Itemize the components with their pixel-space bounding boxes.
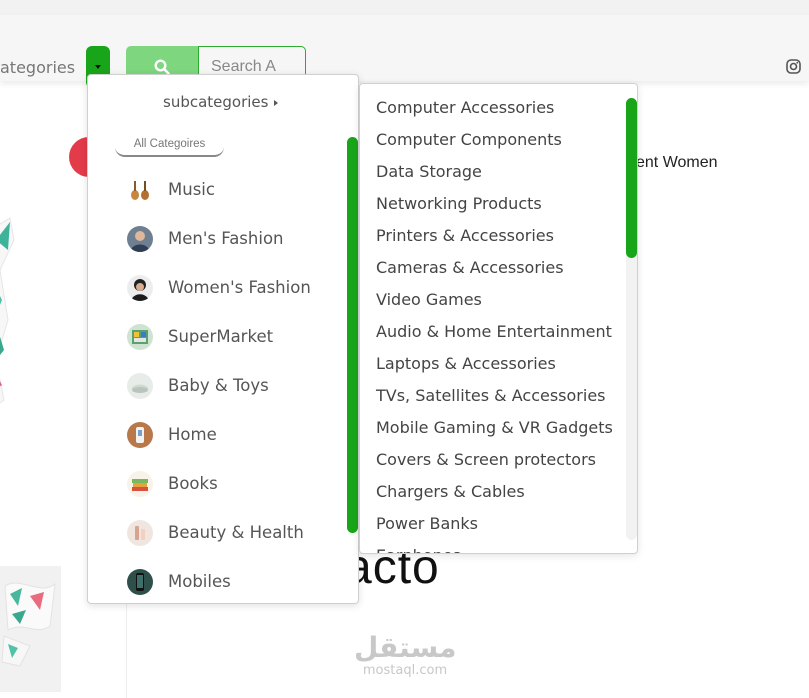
header-bar: ategories xyxy=(0,15,809,88)
categories-select[interactable]: ategories xyxy=(0,58,80,77)
product-image[interactable] xyxy=(0,210,30,420)
beauty-health-icon xyxy=(127,520,153,546)
category-label: Books xyxy=(168,474,218,493)
caret-right-icon xyxy=(274,99,279,106)
category-label: Mobiles xyxy=(168,572,231,591)
category-item-baby-toys[interactable]: Baby & Toys xyxy=(88,373,348,422)
categories-label: ategories xyxy=(0,58,76,77)
product-thumbnail[interactable] xyxy=(0,566,61,692)
caret-down-icon xyxy=(95,65,101,69)
category-item-mens-fashion[interactable]: Men's Fashion xyxy=(88,226,348,275)
page: ategories Search A ent Women acto مستقل … xyxy=(0,0,809,698)
subcategory-item[interactable]: TVs, Satellites & Accessories xyxy=(376,386,606,405)
women-fashion-icon xyxy=(127,275,153,301)
category-label: Baby & Toys xyxy=(168,376,269,395)
category-item-supermarket[interactable]: SuperMarket xyxy=(88,324,348,373)
subcategory-item[interactable]: Computer Accessories xyxy=(376,98,554,117)
subcategories-dropdown: Computer Accessories Computer Components… xyxy=(359,83,638,554)
books-icon xyxy=(127,471,153,497)
category-item-home[interactable]: Home xyxy=(88,422,348,471)
men-fashion-icon xyxy=(127,226,153,252)
subcategory-item[interactable]: Mobile Gaming & VR Gadgets xyxy=(376,418,613,437)
categories-dropdown: subcategories All Categoires Music Men's… xyxy=(87,74,359,604)
subcategory-item[interactable]: Networking Products xyxy=(376,194,542,213)
mobiles-icon xyxy=(127,569,153,595)
subcategory-item[interactable]: Laptops & Accessories xyxy=(376,354,556,373)
category-label: Men's Fashion xyxy=(168,229,284,248)
subcategory-item[interactable]: Audio & Home Entertainment xyxy=(376,322,612,341)
search-icon xyxy=(154,59,170,75)
category-item-music[interactable]: Music xyxy=(88,177,348,226)
subcategory-item[interactable]: Computer Components xyxy=(376,130,562,149)
instagram-icon[interactable] xyxy=(786,59,801,74)
subcategory-item[interactable]: Cameras & Accessories xyxy=(376,258,564,277)
category-label: Beauty & Health xyxy=(168,523,304,542)
subcategory-item[interactable]: Video Games xyxy=(376,290,482,309)
category-scrollbar[interactable] xyxy=(347,137,358,533)
home-icon xyxy=(127,422,153,448)
product-title[interactable]: ent Women xyxy=(636,154,718,172)
category-item-books[interactable]: Books xyxy=(88,471,348,520)
subcategory-item[interactable]: Data Storage xyxy=(376,162,482,181)
music-icon xyxy=(127,177,153,203)
subcategory-item[interactable]: Covers & Screen protectors xyxy=(376,450,596,469)
subcategory-item[interactable]: Earphones xyxy=(376,546,461,553)
watermark-latin: mostaql.com xyxy=(362,663,448,678)
category-label: SuperMarket xyxy=(168,327,274,346)
subcategories-heading: subcategories xyxy=(163,93,269,111)
baby-toys-icon xyxy=(127,373,153,399)
category-item-beauty-health[interactable]: Beauty & Health xyxy=(88,520,348,569)
category-label: Women's Fashion xyxy=(168,278,311,297)
subcategories-toggle[interactable]: subcategories xyxy=(163,93,279,111)
category-item-mobiles[interactable]: Mobiles xyxy=(88,569,348,618)
supermarket-icon xyxy=(127,324,153,350)
subcategory-item[interactable]: Power Banks xyxy=(376,514,478,533)
subcategory-item[interactable]: Chargers & Cables xyxy=(376,482,525,501)
category-item-womens-fashion[interactable]: Women's Fashion xyxy=(88,275,348,324)
category-label: Home xyxy=(168,425,217,444)
watermark-arabic: مستقل xyxy=(354,631,457,664)
subcategory-item[interactable]: Printers & Accessories xyxy=(376,226,554,245)
all-categories-tab[interactable]: All Categoires xyxy=(115,135,224,157)
subcategory-scrollbar[interactable] xyxy=(626,98,637,258)
top-strip xyxy=(0,0,809,15)
watermark: مستقل mostaql.com xyxy=(354,632,456,678)
category-label: Music xyxy=(168,180,215,199)
scarf-image xyxy=(0,566,61,692)
